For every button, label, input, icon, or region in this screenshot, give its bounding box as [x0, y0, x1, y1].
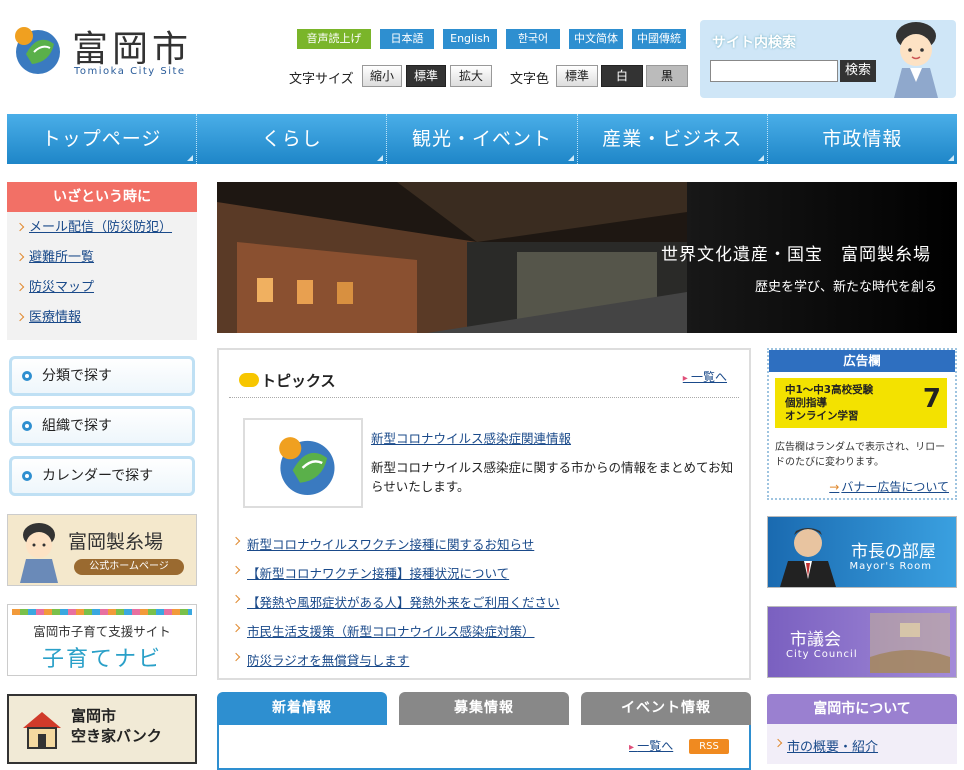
kosodate-navi-banner[interactable]: 富岡市子育て支援サイト 子育てナビ [7, 604, 197, 676]
house-icon [23, 712, 61, 749]
text-color-label: 文字色 [510, 72, 550, 87]
silk-mill-banner[interactable]: 富岡製糸場 公式ホームページ [7, 514, 197, 586]
silk-mill-title: 富岡製糸場 [68, 531, 164, 553]
mascot-character-icon [894, 22, 938, 98]
hero-title: 世界文化遺産・国宝 富岡製糸場 [661, 245, 931, 265]
city-council-banner[interactable]: 市議会 City Council [767, 606, 957, 678]
emergency-title: いざという時に [7, 182, 197, 212]
topic-item[interactable]: 【新型コロナワクチン接種】接種状況について [231, 563, 560, 592]
about-panel: 富岡市について 市の概要・紹介 [767, 694, 957, 764]
ad-banner[interactable]: 中1～中3高校受験 個別指導 オンライン学習 7 [775, 378, 947, 428]
emergency-link-medical[interactable]: 医療情報 [15, 310, 189, 340]
hero-subtitle: 歴史を学び、新たな時代を創る [754, 280, 937, 295]
banner-ad-info-link[interactable]: バナー広告について [829, 478, 949, 495]
logo-subtext: Tomioka City Site [74, 66, 186, 77]
mayor-portrait [780, 528, 836, 587]
vacant-house-bank-banner[interactable]: 富岡市 空き家バンク [7, 694, 197, 764]
about-title: 富岡市について [767, 694, 957, 724]
emergency-link-shelters[interactable]: 避難所一覧 [15, 250, 189, 280]
speech-bubble-icon [239, 373, 259, 387]
mayor-subtitle: Mayor's Room [849, 561, 932, 572]
topics-more-link[interactable]: 一覧へ [683, 368, 727, 385]
nav-tourism-events[interactable]: 観光・イベント [387, 114, 578, 164]
lang-chinese-simplified[interactable]: 中文简体 [569, 29, 623, 49]
tab-panel: 一覧へ RSS [217, 725, 751, 770]
tab-events[interactable]: イベント情報 [581, 692, 751, 725]
ad-title: 広告欄 [769, 350, 955, 372]
vacant-house-title: 富岡市 空き家バンク [71, 707, 162, 745]
city-emblem-icon [15, 27, 60, 74]
nav-top-page[interactable]: トップページ [7, 114, 198, 164]
lang-english[interactable]: English [443, 29, 497, 49]
emergency-link-hazard-map[interactable]: 防災マップ [15, 280, 189, 310]
font-size-small[interactable]: 縮小 [362, 65, 402, 87]
news-more-link[interactable]: 一覧へ [629, 737, 673, 754]
text-color-white[interactable]: 白 [601, 65, 643, 87]
nav-living[interactable]: くらし [197, 114, 388, 164]
tab-new-info[interactable]: 新着情報 [217, 692, 387, 725]
tts-button[interactable]: 音声読上げ [297, 29, 371, 49]
font-size-label: 文字サイズ [289, 72, 354, 87]
search-input[interactable] [710, 60, 838, 82]
lang-japanese[interactable]: 日本語 [380, 29, 434, 49]
search-button[interactable]: 検索 [840, 60, 876, 82]
featured-topic-description: 新型コロナウイルス感染症に関する市からの情報をまとめてお知らせいたします。 [371, 460, 734, 494]
rss-button[interactable]: RSS [689, 739, 729, 754]
silk-mill-mascot-icon [20, 523, 58, 583]
logo-text: 富岡市 [72, 29, 193, 70]
text-color-black[interactable]: 黒 [646, 65, 688, 87]
site-search: サイト内検索 検索 [700, 20, 956, 98]
hero-banner[interactable]: 世界文化遺産・国宝 富岡製糸場 歴史を学び、新たな時代を創る [217, 182, 957, 333]
topic-item[interactable]: 新型コロナウイルスワクチン接種に関するお知らせ [231, 534, 560, 563]
lang-chinese-traditional[interactable]: 中國傳統 [632, 29, 686, 49]
tab-recruitment[interactable]: 募集情報 [399, 692, 569, 725]
council-chamber-photo [870, 613, 950, 673]
silk-mill-photo [217, 182, 687, 333]
council-title: 市議会 [790, 630, 841, 650]
kosodate-title: 子育てナビ [41, 647, 162, 672]
text-color-standard[interactable]: 標準 [556, 65, 598, 87]
font-size-normal[interactable]: 標準 [406, 65, 446, 87]
topics-panel: トピックス 一覧へ 新型コロナウイルス感染症関連情報 新型コロナウイルス感染症に… [217, 348, 751, 680]
topic-item[interactable]: 市民生活支援策（新型コロナウイルス感染症対策） [231, 621, 560, 650]
featured-topic-link[interactable]: 新型コロナウイルス感染症関連情報 [371, 428, 571, 447]
find-by-category-button[interactable]: 分類で探す [9, 356, 195, 396]
topic-item[interactable]: 防災ラジオを無償貸与します [231, 650, 560, 679]
divider [229, 397, 739, 398]
find-by-organization-button[interactable]: 組織で探す [9, 406, 195, 446]
color-stripe [12, 609, 192, 615]
ad-description: 広告欄はランダムで表示され、リロードのたびに変わります。 [775, 442, 946, 468]
featured-thumbnail[interactable] [243, 418, 363, 508]
about-overview-link[interactable]: 市の概要・紹介 [773, 736, 878, 755]
ad-panel: 広告欄 中1～中3高校受験 個別指導 オンライン学習 7 広告欄はランダムで表示… [767, 348, 957, 500]
topic-item[interactable]: 【発熱や風邪症状がある人】発熱外来をご利用ください [231, 592, 560, 621]
council-subtitle: City Council [786, 649, 858, 660]
mayors-room-banner[interactable]: 市長の部屋 Mayor's Room [767, 516, 957, 588]
lang-korean[interactable]: 한국어 [506, 29, 560, 49]
topics-title: トピックス [239, 370, 336, 391]
emergency-panel: いざという時に メール配信（防災防犯） 避難所一覧 防災マップ 医療情報 [7, 182, 197, 340]
kosodate-subtitle: 富岡市子育て支援サイト [33, 624, 171, 639]
search-title: サイト内検索 [712, 35, 796, 51]
silk-mill-subtitle: 公式ホームページ [74, 559, 184, 575]
find-by-calendar-button[interactable]: カレンダーで探す [9, 456, 195, 496]
global-nav: トップページ くらし 観光・イベント 産業・ビジネス 市政情報 [7, 114, 957, 164]
nav-industry-business[interactable]: 産業・ビジネス [578, 114, 768, 164]
nav-city-government[interactable]: 市政情報 [768, 114, 957, 164]
mayor-title: 市長の部屋 [851, 542, 936, 562]
font-size-large[interactable]: 拡大 [450, 65, 492, 87]
city-emblem-icon [279, 437, 335, 495]
site-logo[interactable]: 富岡市 Tomioka City Site [10, 20, 200, 80]
emergency-link-mail[interactable]: メール配信（防災防犯） [15, 220, 189, 250]
